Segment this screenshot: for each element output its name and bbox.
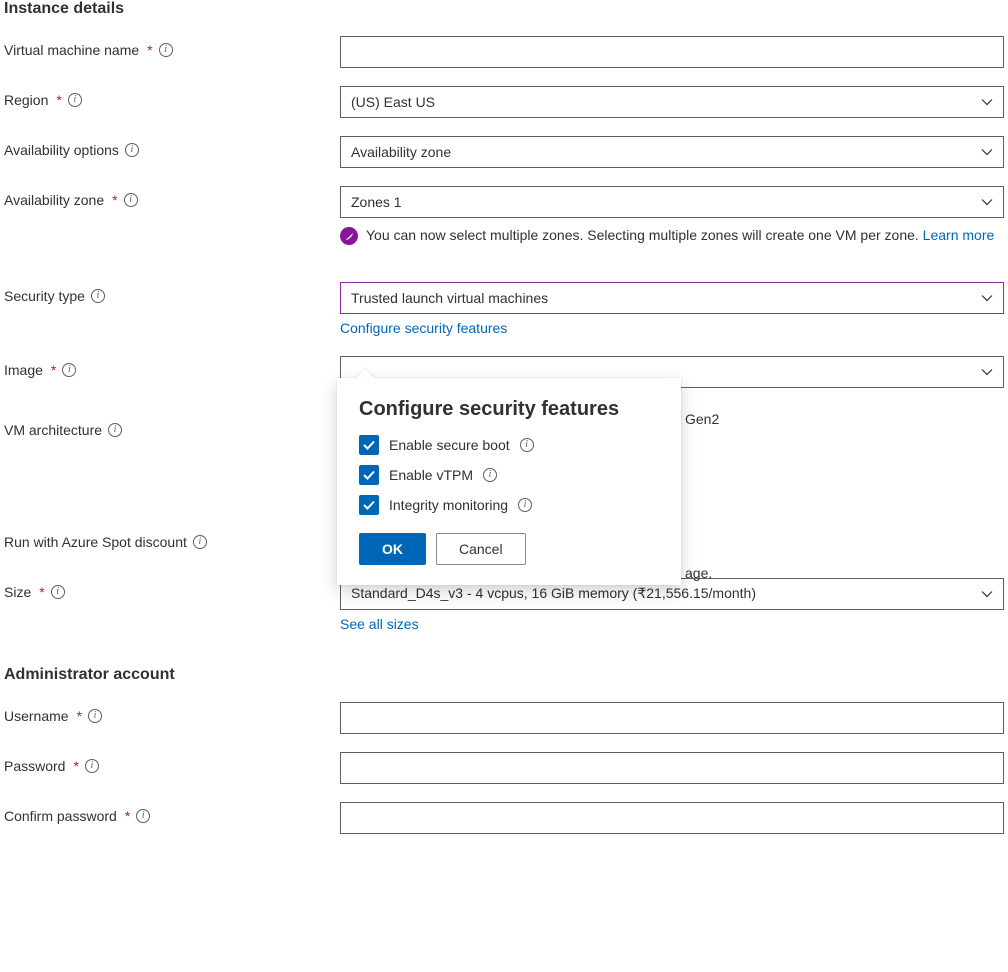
label-availability-options: Availability options [4,142,119,158]
size-value: Standard_D4s_v3 - 4 vcpus, 16 GiB memory… [351,585,756,602]
zone-tip: You can now select multiple zones. Selec… [340,226,1004,246]
integrity-label: Integrity monitoring [389,497,508,513]
availability-zone-value: Zones 1 [351,194,402,210]
security-type-select[interactable]: Trusted launch virtual machines [340,282,1004,314]
label-security-type: Security type [4,288,85,304]
label-password: Password [4,758,65,774]
availability-zone-select[interactable]: Zones 1 [340,186,1004,218]
vm-name-input[interactable] [340,36,1004,68]
label-region: Region [4,92,48,108]
info-icon[interactable]: i [159,43,173,57]
rocket-icon [340,227,358,245]
row-region: Region * i (US) East US [4,86,1004,118]
label-size: Size [4,584,31,600]
section-instance-details: Instance details [4,0,1004,18]
chevron-down-icon [981,196,993,208]
row-availability-zone: Availability zone * i Zones 1 You can no… [4,186,1004,246]
region-value: (US) East US [351,94,435,110]
integrity-checkbox[interactable] [359,495,379,515]
configure-security-link[interactable]: Configure security features [340,320,1004,336]
security-type-value: Trusted launch virtual machines [351,290,548,306]
required-indicator: * [73,758,78,774]
row-security-type: Security type i Trusted launch virtual m… [4,282,1004,336]
chevron-down-icon [981,588,993,600]
info-icon[interactable]: i [518,498,532,512]
required-indicator: * [56,92,61,108]
chevron-down-icon [981,146,993,158]
label-availability-zone: Availability zone [4,192,104,208]
required-indicator: * [147,42,152,58]
secure-boot-checkbox[interactable] [359,435,379,455]
vtpm-label: Enable vTPM [389,467,473,483]
zone-tip-text: You can now select multiple zones. Selec… [366,227,923,243]
learn-more-link[interactable]: Learn more [923,227,995,243]
info-icon[interactable]: i [193,535,207,549]
label-confirm-password: Confirm password [4,808,117,824]
required-indicator: * [112,192,117,208]
availability-options-select[interactable]: Availability zone [340,136,1004,168]
info-icon[interactable]: i [68,93,82,107]
username-input[interactable] [340,702,1004,734]
info-icon[interactable]: i [124,193,138,207]
availability-options-value: Availability zone [351,144,451,160]
row-username: Username * i [4,702,1004,734]
row-password: Password * i [4,752,1004,784]
label-spot-discount: Run with Azure Spot discount [4,534,187,550]
row-size: Size * i Standard_D4s_v3 - 4 vcpus, 16 G… [4,578,1004,632]
vtpm-checkbox[interactable] [359,465,379,485]
label-username: Username [4,708,69,724]
info-icon[interactable]: i [520,438,534,452]
label-vm-name: Virtual machine name [4,42,139,58]
password-input[interactable] [340,752,1004,784]
required-indicator: * [77,708,82,724]
secure-boot-label: Enable secure boot [389,437,510,453]
label-vm-architecture: VM architecture [4,422,102,438]
arch-note-fragment: age. [685,565,712,581]
info-icon[interactable]: i [136,809,150,823]
info-icon[interactable]: i [91,289,105,303]
required-indicator: * [51,362,56,378]
row-vm-name: Virtual machine name * i [4,36,1004,68]
chevron-down-icon [981,366,993,378]
info-icon[interactable]: i [62,363,76,377]
cancel-button[interactable]: Cancel [436,533,526,565]
chevron-down-icon [981,292,993,304]
info-icon[interactable]: i [85,759,99,773]
confirm-password-input[interactable] [340,802,1004,834]
label-image: Image [4,362,43,378]
info-icon[interactable]: i [51,585,65,599]
configure-security-popover: Configure security features Enable secur… [337,378,681,585]
popover-title: Configure security features [359,398,659,421]
ok-button[interactable]: OK [359,533,426,565]
row-availability-options: Availability options i Availability zone [4,136,1004,168]
required-indicator: * [125,808,130,824]
row-confirm-password: Confirm password * i [4,802,1004,834]
info-icon[interactable]: i [483,468,497,482]
section-admin-account: Administrator account [4,666,1004,684]
required-indicator: * [39,584,44,600]
info-icon[interactable]: i [108,423,122,437]
info-icon[interactable]: i [125,143,139,157]
chevron-down-icon [981,96,993,108]
region-select[interactable]: (US) East US [340,86,1004,118]
info-icon[interactable]: i [88,709,102,723]
image-value-fragment: Gen2 [685,411,719,427]
see-all-sizes-link[interactable]: See all sizes [340,616,1004,632]
